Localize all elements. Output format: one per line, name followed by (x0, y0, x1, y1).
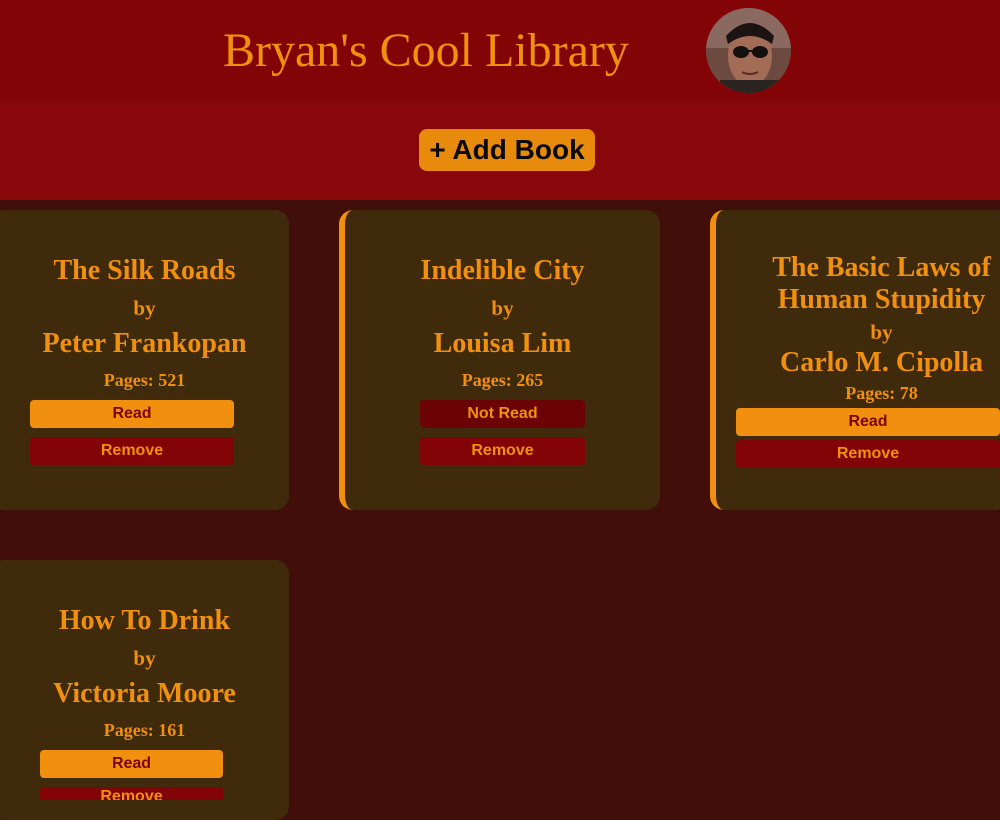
book-title-line-2: Human Stupidity (777, 284, 986, 315)
book-author: Carlo M. Cipolla (780, 347, 983, 378)
book-by: by (870, 320, 893, 344)
book-by: by (133, 296, 156, 320)
book-pages: Pages: 521 (103, 370, 186, 390)
book-card: Indelible City by Louisa Lim Pages: 265 (339, 210, 660, 510)
book-title: Indelible City (420, 255, 585, 286)
read-status-button[interactable]: Read (40, 750, 223, 778)
book-by: by (491, 296, 514, 320)
book-pages: Pages: 265 (461, 370, 544, 390)
user-photo-icon (706, 8, 791, 93)
site-header: Bryan's Cool Library (0, 0, 1000, 100)
remove-button[interactable]: Remove (40, 787, 223, 800)
read-status-button[interactable]: Read (736, 408, 1000, 436)
remove-button[interactable]: Remove (736, 440, 1000, 468)
book-pages: Pages: 78 (845, 383, 918, 403)
add-book-button[interactable]: + Add Book (419, 129, 595, 171)
book-by: by (133, 646, 156, 670)
book-author: Victoria Moore (53, 678, 236, 709)
page-title: Bryan's Cool Library (223, 24, 629, 77)
book-card: How To Drink by Victoria Moore Pages: 16… (0, 560, 289, 820)
book-card: The Silk Roads by Peter Frankopan Pages:… (0, 210, 289, 510)
read-status-button[interactable]: Read (30, 400, 234, 428)
avatar (706, 8, 791, 93)
book-pages: Pages: 161 (103, 720, 186, 740)
book-author: Peter Frankopan (42, 328, 247, 359)
book-title: How To Drink (58, 605, 231, 636)
book-title-line-1: The Basic Laws of (772, 252, 991, 283)
remove-button[interactable]: Remove (420, 437, 585, 465)
book-author: Louisa Lim (433, 328, 572, 359)
remove-button[interactable]: Remove (30, 437, 234, 465)
book-title: The Silk Roads (53, 255, 236, 286)
read-status-button[interactable]: Not Read (420, 400, 585, 428)
